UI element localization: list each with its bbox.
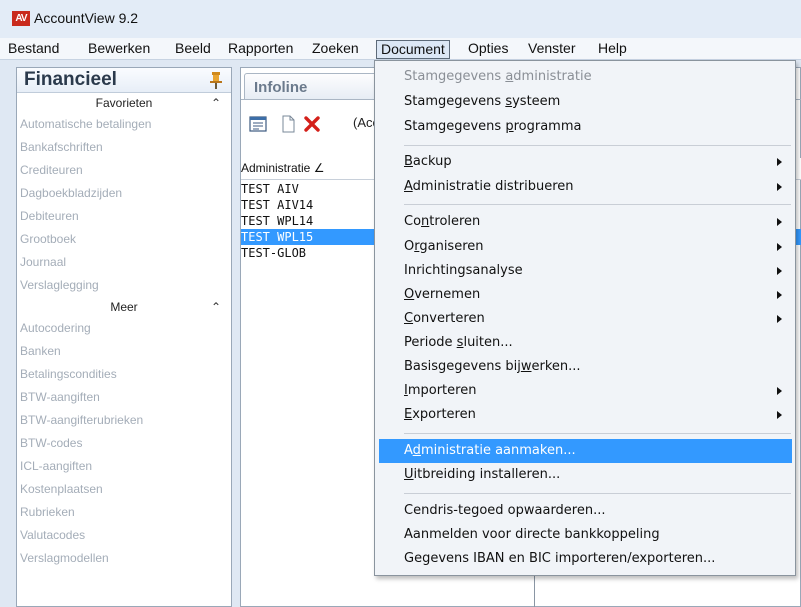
- nav-item-automatische-betalingen[interactable]: Automatische betalingen: [17, 113, 231, 136]
- nav-item-btw-codes[interactable]: BTW-codes: [17, 432, 231, 455]
- menu-separator: [404, 204, 791, 205]
- properties-icon[interactable]: [249, 115, 267, 133]
- column-header-label: Administratie ∠: [241, 161, 325, 175]
- nav-item-betalingscondities[interactable]: Betalingscondities: [17, 363, 231, 386]
- favorites-list: Automatische betalingen Bankafschriften …: [17, 113, 231, 297]
- submenu-arrow-icon: [777, 267, 782, 275]
- nav-item-valutacodes[interactable]: Valutacodes: [17, 524, 231, 547]
- menu-item-basisgegevens-bijwerken[interactable]: Basisgegevens bijwerken...: [379, 355, 792, 379]
- title-bar: AV AccountView 9.2: [0, 0, 801, 38]
- delete-icon[interactable]: [303, 115, 321, 133]
- tab-infoline[interactable]: Infoline: [244, 73, 379, 100]
- menu-item-organiseren[interactable]: Organiseren: [379, 235, 792, 259]
- menu-item-administratie-distribueren[interactable]: Administratie distribueren: [379, 175, 792, 199]
- nav-item-journaal[interactable]: Journaal: [17, 251, 231, 274]
- navigation-panel: Financieel Favorieten ⌃ Automatische bet…: [16, 67, 232, 607]
- menu-item-administratie-aanmaken[interactable]: Administratie aanmaken...: [379, 439, 792, 463]
- panel-header: Financieel: [17, 68, 231, 93]
- favorites-section-header[interactable]: Favorieten ⌃: [17, 93, 231, 113]
- submenu-arrow-icon: [777, 411, 782, 419]
- more-section-header[interactable]: Meer ⌃: [17, 297, 231, 317]
- menu-item-exporteren[interactable]: Exporteren: [379, 403, 792, 427]
- pin-icon[interactable]: [209, 71, 223, 89]
- app-logo-icon: AV: [12, 11, 30, 26]
- menu-bar: Bestand Bewerken Beeld Rapporten Zoeken …: [0, 38, 801, 60]
- menu-document[interactable]: Document: [376, 40, 450, 59]
- nav-item-autocodering[interactable]: Autocodering: [17, 317, 231, 340]
- collapse-favorites-icon[interactable]: ⌃: [211, 93, 221, 113]
- nav-item-bankafschriften[interactable]: Bankafschriften: [17, 136, 231, 159]
- menu-separator: [404, 145, 791, 146]
- menu-item-aanmelden-bankkoppeling[interactable]: Aanmelden voor directe bankkoppeling: [379, 523, 792, 547]
- submenu-arrow-icon: [777, 183, 782, 191]
- menu-item-cendris-tegoed-opwaarderen[interactable]: Cendris-tegoed opwaarderen...: [379, 499, 792, 523]
- nav-item-dagboekbladzijden[interactable]: Dagboekbladzijden: [17, 182, 231, 205]
- new-document-icon[interactable]: [279, 115, 297, 133]
- menu-venster[interactable]: Venster: [524, 40, 579, 59]
- submenu-arrow-icon: [777, 315, 782, 323]
- collapse-more-icon[interactable]: ⌃: [211, 297, 221, 317]
- tab-infoline-label: Infoline: [254, 79, 308, 96]
- menu-item-overnemen[interactable]: Overnemen: [379, 283, 792, 307]
- menu-separator: [404, 433, 791, 434]
- menu-item-importeren[interactable]: Importeren: [379, 379, 792, 403]
- menu-opties[interactable]: Opties: [464, 40, 512, 59]
- more-list: Autocodering Banken Betalingscondities B…: [17, 317, 231, 570]
- menu-item-stamgegevens-systeem[interactable]: Stamgegevens systeem: [379, 90, 792, 114]
- submenu-arrow-icon: [777, 291, 782, 299]
- panel-title: Financieel: [24, 69, 117, 90]
- more-header-label: Meer: [110, 300, 138, 314]
- menu-item-inrichtingsanalyse[interactable]: Inrichtingsanalyse: [379, 259, 792, 283]
- nav-item-crediteuren[interactable]: Crediteuren: [17, 159, 231, 182]
- nav-item-btw-aangiften[interactable]: BTW-aangiften: [17, 386, 231, 409]
- menu-item-gegevens-iban-bic[interactable]: Gegevens IBAN en BIC importeren/exporter…: [379, 547, 792, 571]
- menu-item-controleren[interactable]: Controleren: [379, 210, 792, 234]
- menu-item-periode-sluiten[interactable]: Periode sluiten...: [379, 331, 792, 355]
- nav-item-rubrieken[interactable]: Rubrieken: [17, 501, 231, 524]
- nav-item-grootboek[interactable]: Grootboek: [17, 228, 231, 251]
- nav-item-icl-aangiften[interactable]: ICL-aangiften: [17, 455, 231, 478]
- menu-bestand[interactable]: Bestand: [4, 40, 63, 59]
- menu-rapporten[interactable]: Rapporten: [224, 40, 297, 59]
- submenu-arrow-icon: [777, 387, 782, 395]
- menu-help[interactable]: Help: [594, 40, 631, 59]
- nav-item-verslagmodellen[interactable]: Verslagmodellen: [17, 547, 231, 570]
- window-title: AccountView 9.2: [34, 10, 139, 26]
- menu-beeld[interactable]: Beeld: [171, 40, 215, 59]
- document-dropdown-menu: Stamgegevens administratie Stamgegevens …: [374, 60, 796, 576]
- submenu-arrow-icon: [777, 243, 782, 251]
- menu-bewerken[interactable]: Bewerken: [84, 40, 154, 59]
- menu-item-uitbreiding-installeren[interactable]: Uitbreiding installeren...: [379, 463, 792, 487]
- nav-item-btw-aangifterubrieken[interactable]: BTW-aangifterubrieken: [17, 409, 231, 432]
- menu-item-stamgegevens-programma[interactable]: Stamgegevens programma: [379, 115, 792, 139]
- menu-item-converteren[interactable]: Converteren: [379, 307, 792, 331]
- menu-item-backup[interactable]: Backup: [379, 150, 792, 174]
- menu-item-stamgegevens-administratie: Stamgegevens administratie: [404, 69, 592, 84]
- favorites-header-label: Favorieten: [95, 96, 153, 110]
- nav-item-banken[interactable]: Banken: [17, 340, 231, 363]
- nav-item-verslaglegging[interactable]: Verslaglegging: [17, 274, 231, 297]
- nav-item-debiteuren[interactable]: Debiteuren: [17, 205, 231, 228]
- submenu-arrow-icon: [777, 158, 782, 166]
- nav-item-kostenplaatsen[interactable]: Kostenplaatsen: [17, 478, 231, 501]
- menu-separator: [404, 493, 791, 494]
- menu-zoeken[interactable]: Zoeken: [308, 40, 363, 59]
- submenu-arrow-icon: [777, 218, 782, 226]
